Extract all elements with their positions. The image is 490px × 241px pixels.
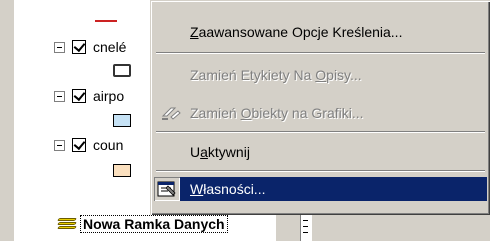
layer-visibility-checkbox[interactable] <box>72 40 86 54</box>
menu-item-convert-features-to-graphics[interactable]: Zamień Obiekty na Grafiki... <box>154 101 487 125</box>
line-symbol <box>95 20 117 22</box>
menu-separator <box>156 52 485 54</box>
data-frame-label[interactable]: Nowa Ramka Danych <box>80 215 228 233</box>
layer-label: airpo <box>93 88 125 104</box>
convert-graphics-icon <box>161 107 181 120</box>
menu-item-activate[interactable]: Uaktywnij <box>154 140 487 164</box>
data-frame-row[interactable]: Nowa Ramka Danych <box>57 215 228 233</box>
properties-icon <box>157 181 176 197</box>
menu-item-properties[interactable]: Własności... <box>154 177 487 201</box>
menu-item-label: Własności... <box>190 181 266 197</box>
layer-visibility-checkbox[interactable] <box>72 89 86 103</box>
properties-icon-frame <box>154 177 180 201</box>
menu-separator <box>156 170 485 172</box>
menu-separator <box>156 131 485 133</box>
menu-item-label: Zamień Obiekty na Grafiki... <box>190 105 364 121</box>
collapse-icon[interactable] <box>54 90 65 102</box>
layer-label: cnelé <box>93 39 127 55</box>
layer-visibility-checkbox[interactable] <box>72 138 86 152</box>
layer-row-coun[interactable]: coun <box>54 136 123 154</box>
layer-row-airpo[interactable]: airpo <box>54 87 124 105</box>
collapse-icon[interactable] <box>54 139 65 151</box>
collapse-icon[interactable] <box>54 41 65 53</box>
layer-symbol-fill[interactable] <box>113 164 131 177</box>
menu-item-label: Zaawansowane Opcje Kreślenia... <box>190 24 403 40</box>
menu-item-convert-labels-to-annotation[interactable]: Zamień Etykiety Na Opisy... <box>154 63 487 87</box>
layer-symbol-fill[interactable] <box>113 114 131 127</box>
layer-label: coun <box>93 137 124 153</box>
context-menu: Zaawansowane Opcje Kreślenia... Zamień E… <box>150 0 490 215</box>
menu-item-label: Uaktywnij <box>190 144 250 160</box>
data-frame-icon <box>57 217 78 231</box>
menu-item-advanced-drawing-options[interactable]: Zaawansowane Opcje Kreślenia... <box>154 20 487 44</box>
layer-row-cnele[interactable]: cnelé <box>54 38 126 56</box>
layer-symbol-outline[interactable] <box>113 64 131 77</box>
menu-item-label: Zamień Etykiety Na Opisy... <box>190 67 362 83</box>
